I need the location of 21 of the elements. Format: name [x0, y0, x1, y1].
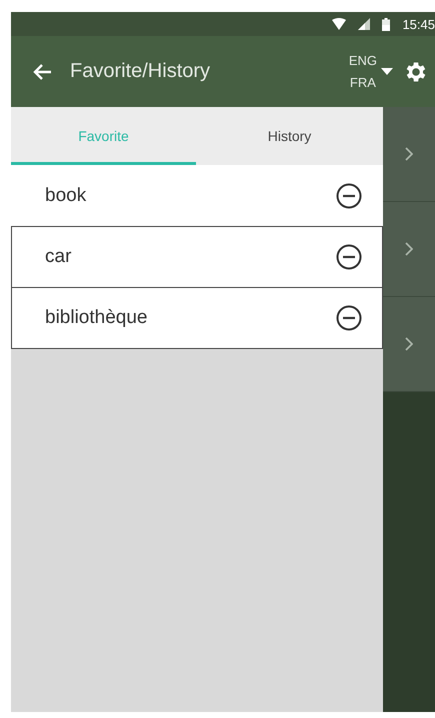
back-button[interactable]: [32, 62, 52, 80]
chevron-icon: [405, 147, 413, 161]
word-label: car: [45, 246, 72, 268]
chevron-icon: [405, 242, 413, 256]
favorite-item[interactable]: book: [11, 165, 383, 226]
favorite-item[interactable]: car: [11, 226, 383, 287]
remove-button[interactable]: [336, 244, 362, 270]
remove-button[interactable]: [336, 305, 362, 331]
caret-icon: [381, 68, 393, 75]
language-selector[interactable]: ENG FRA: [348, 50, 393, 94]
battery-icon: [382, 18, 390, 30]
tab[interactable]: History: [196, 107, 383, 165]
remove-button[interactable]: [336, 183, 362, 209]
signal-icon: [358, 18, 370, 30]
clock: 15:45: [402, 16, 435, 32]
favorite-item[interactable]: bibliothèque: [11, 287, 383, 349]
word-label: bibliothèque: [45, 307, 148, 329]
word-label: book: [45, 185, 88, 207]
wifi-icon: [332, 18, 346, 30]
screen-title: Favorite/History: [70, 60, 212, 83]
chevron-icon: [405, 337, 413, 351]
